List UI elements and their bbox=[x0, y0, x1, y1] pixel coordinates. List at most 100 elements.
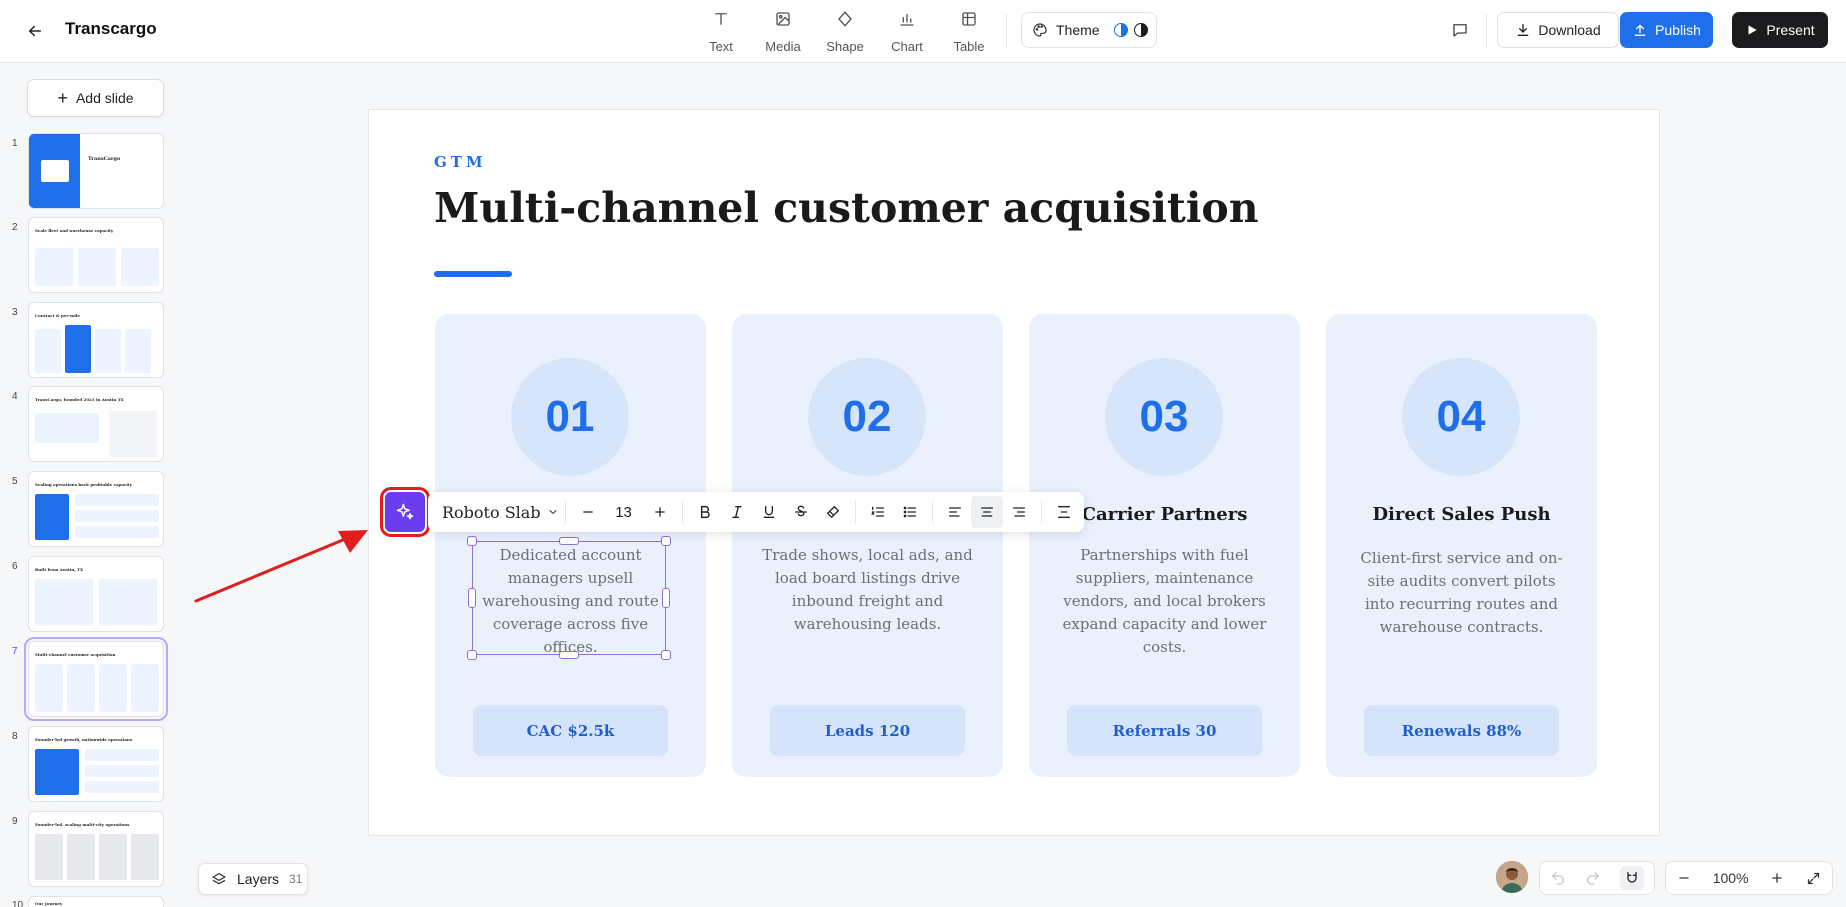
resize-handle[interactable] bbox=[559, 537, 579, 545]
slide-thumbnail-2[interactable]: Scale fleet and warehouse capacity bbox=[28, 217, 164, 293]
resize-handle[interactable] bbox=[467, 650, 477, 660]
card-heading[interactable]: Direct Sales Push bbox=[1326, 504, 1597, 525]
card-metric[interactable]: Referrals 30 bbox=[1067, 705, 1262, 756]
card-metric[interactable]: CAC $2.5k bbox=[473, 705, 668, 756]
back-button[interactable] bbox=[22, 18, 48, 44]
channel-card-2[interactable]: 02 Trade shows, local ads, and load boar… bbox=[732, 314, 1003, 777]
card-number[interactable]: 01 bbox=[511, 358, 629, 476]
slide-canvas[interactable]: GTM Multi-channel customer acquisition 0… bbox=[368, 109, 1660, 836]
slide-thumbnail-9[interactable]: Founder-led, scaling multi-city operatio… bbox=[28, 811, 164, 887]
channel-card-3[interactable]: 03 Carrier Partners Partnerships with fu… bbox=[1029, 314, 1300, 777]
slide-number: 2 bbox=[12, 222, 18, 233]
tool-table[interactable]: Table bbox=[938, 10, 1000, 54]
slide-thumbnail-4[interactable]: TransCargo, founded 2023 in Austin TX bbox=[28, 386, 164, 462]
theme-button[interactable]: Theme bbox=[1021, 12, 1157, 48]
theme-toggle[interactable] bbox=[1113, 23, 1148, 37]
tool-chart[interactable]: Chart bbox=[876, 10, 938, 54]
thumb-card bbox=[85, 765, 159, 777]
resize-handle[interactable] bbox=[468, 588, 476, 608]
arrow-left-icon bbox=[28, 25, 41, 37]
card-metric[interactable]: Leads 120 bbox=[770, 705, 965, 756]
layers-icon bbox=[212, 873, 226, 885]
increase-font-size-button[interactable] bbox=[644, 496, 676, 528]
download-button[interactable]: Download bbox=[1497, 12, 1619, 48]
fullscreen-button[interactable] bbox=[1806, 871, 1821, 886]
decrease-font-size-button[interactable] bbox=[572, 496, 604, 528]
card-number[interactable]: 03 bbox=[1105, 358, 1223, 476]
slide-thumbnail-8[interactable]: Founder-led growth, nationwide operation… bbox=[28, 726, 164, 802]
thumb-title: TransCargo, founded 2023 in Austin TX bbox=[35, 397, 124, 402]
resize-handle[interactable] bbox=[661, 536, 671, 546]
zoom-level[interactable]: 100% bbox=[1713, 870, 1749, 886]
insert-toolbar: Text Media Shape Chart Table bbox=[690, 10, 1000, 54]
thumb-card bbox=[95, 329, 121, 373]
align-left-button[interactable] bbox=[939, 496, 971, 528]
tool-shape[interactable]: Shape bbox=[814, 10, 876, 54]
resize-handle[interactable] bbox=[661, 650, 671, 660]
strikethrough-icon bbox=[794, 505, 807, 517]
ai-assist-button[interactable] bbox=[380, 487, 430, 537]
bullet-list-button[interactable] bbox=[894, 496, 926, 528]
numbered-list-button[interactable] bbox=[862, 496, 894, 528]
card-number[interactable]: 04 bbox=[1402, 358, 1520, 476]
font-family-select[interactable]: Roboto Slab bbox=[442, 503, 559, 522]
slide-thumbnail-6[interactable]: Built from Austin, TX bbox=[28, 556, 164, 632]
slide-thumbnail-1[interactable]: TransCargo bbox=[28, 133, 164, 209]
resize-handle[interactable] bbox=[559, 651, 579, 659]
layers-button[interactable]: Layers 31 bbox=[198, 863, 308, 895]
card-body[interactable]: Client-first service and on-site audits … bbox=[1356, 547, 1567, 639]
chart-icon bbox=[900, 13, 914, 26]
align-center-icon bbox=[980, 507, 993, 517]
history-controls bbox=[1539, 861, 1655, 895]
undo-button[interactable] bbox=[1550, 870, 1566, 886]
numbered-list-icon bbox=[870, 506, 884, 517]
paint-format-button[interactable] bbox=[817, 496, 849, 528]
download-icon bbox=[1518, 24, 1529, 36]
underline-icon bbox=[763, 506, 774, 518]
italic-button[interactable] bbox=[721, 496, 753, 528]
add-slide-button[interactable]: + Add slide bbox=[27, 79, 164, 117]
thumb-card bbox=[99, 579, 157, 625]
card-body[interactable]: Trade shows, local ads, and load board l… bbox=[762, 544, 973, 636]
user-avatar[interactable] bbox=[1496, 861, 1528, 893]
card-number[interactable]: 02 bbox=[808, 358, 926, 476]
underline-button[interactable] bbox=[753, 496, 785, 528]
align-left-icon bbox=[948, 507, 961, 517]
vertical-align-button[interactable] bbox=[1048, 496, 1080, 528]
zoom-in-button[interactable] bbox=[1770, 871, 1784, 885]
slide-eyebrow[interactable]: GTM bbox=[434, 153, 487, 171]
tool-media[interactable]: Media bbox=[752, 10, 814, 54]
card-body[interactable]: Partnerships with fuel suppliers, mainte… bbox=[1059, 544, 1270, 659]
layers-count: 31 bbox=[289, 872, 303, 886]
present-button[interactable]: Present bbox=[1732, 12, 1828, 48]
magnet-icon bbox=[1627, 872, 1637, 883]
bold-button[interactable] bbox=[689, 496, 721, 528]
toolbar-divider bbox=[1040, 501, 1042, 523]
card-metric[interactable]: Renewals 88% bbox=[1364, 705, 1559, 756]
redo-button[interactable] bbox=[1585, 870, 1601, 886]
minus-icon bbox=[582, 511, 593, 513]
title-underline[interactable] bbox=[434, 271, 512, 277]
table-icon bbox=[962, 12, 976, 26]
slide-thumbnail-5[interactable]: Scaling operations back profitable capac… bbox=[28, 471, 164, 547]
slide-thumbnail-7[interactable]: Multi-channel customer acquisition bbox=[24, 637, 168, 721]
thumb-title: Founder-led growth, nationwide operation… bbox=[35, 737, 133, 742]
channel-card-4[interactable]: 04 Direct Sales Push Client-first servic… bbox=[1326, 314, 1597, 777]
comment-button[interactable] bbox=[1447, 17, 1473, 43]
tool-text[interactable]: Text bbox=[690, 10, 752, 54]
resize-handle[interactable] bbox=[662, 588, 670, 608]
slide-thumbnail-3[interactable]: Contract & per-mile bbox=[28, 302, 164, 378]
align-right-button[interactable] bbox=[1003, 496, 1035, 528]
thumb-card bbox=[35, 749, 79, 795]
resize-handle[interactable] bbox=[467, 536, 477, 546]
play-icon bbox=[1748, 25, 1758, 35]
font-size-value[interactable]: 13 bbox=[604, 504, 644, 521]
zoom-out-button[interactable] bbox=[1677, 871, 1691, 885]
tool-shape-label: Shape bbox=[826, 39, 864, 54]
publish-button[interactable]: Publish bbox=[1620, 12, 1713, 48]
snap-toggle-button[interactable] bbox=[1620, 866, 1645, 890]
slide-title[interactable]: Multi-channel customer acquisition bbox=[434, 184, 1259, 232]
align-center-button[interactable] bbox=[970, 496, 1003, 528]
strikethrough-button[interactable] bbox=[785, 496, 817, 528]
slide-thumbnail-10[interactable]: Our Journey bbox=[28, 896, 164, 907]
